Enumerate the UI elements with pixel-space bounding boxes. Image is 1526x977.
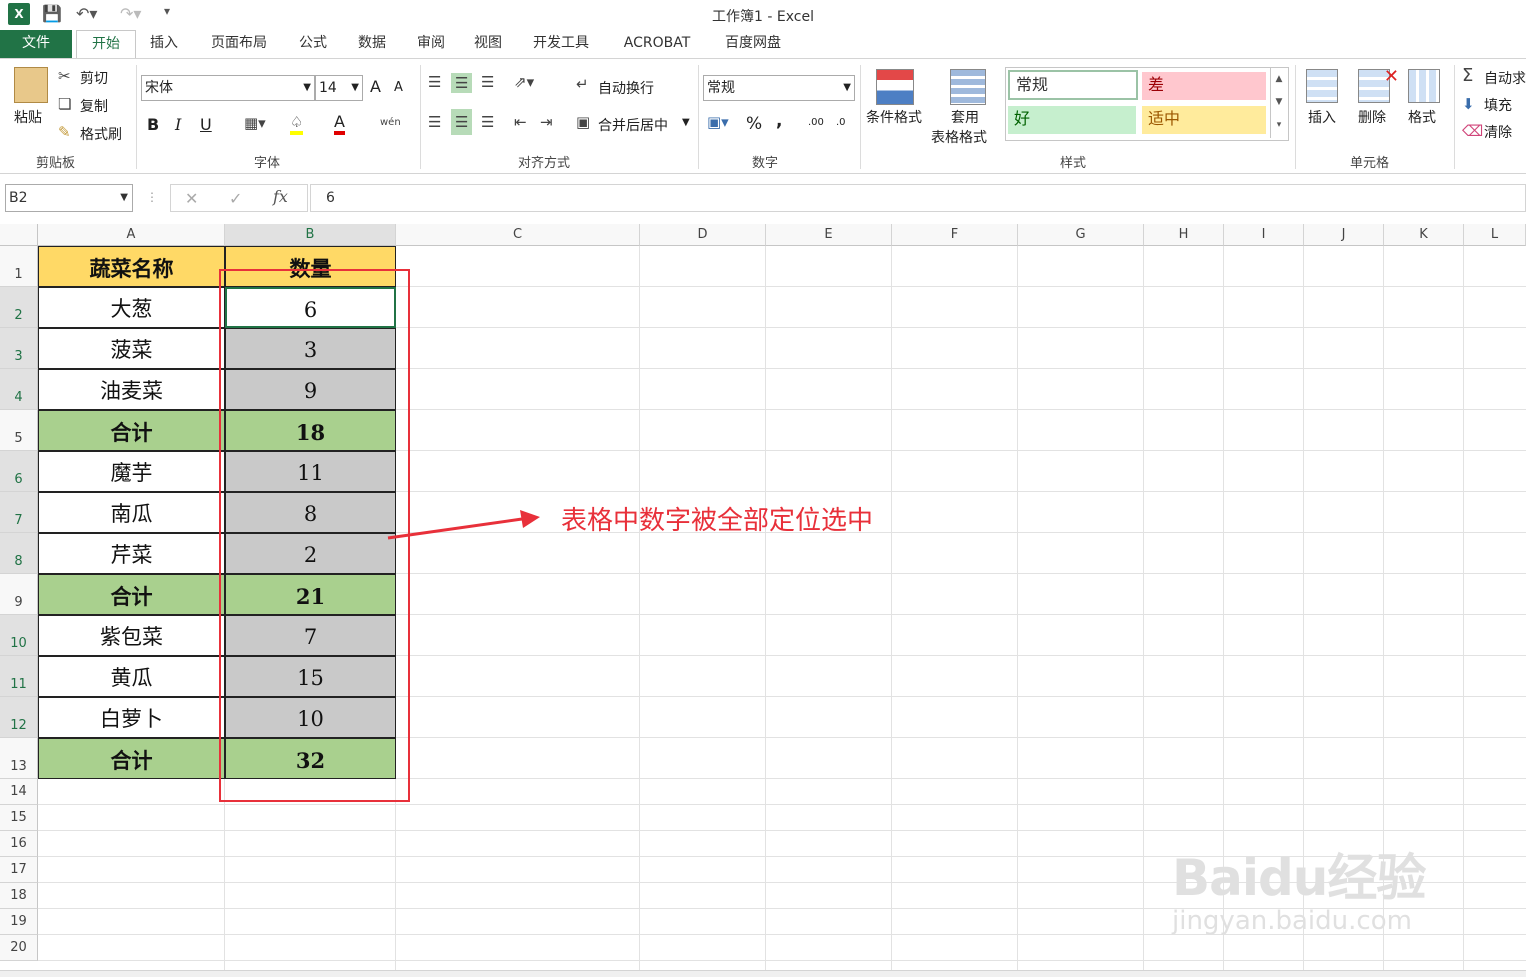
annotation-overlay — [219, 269, 540, 802]
watermark-logo: Baidu经验 — [1172, 849, 1426, 907]
selection-highlight-box — [219, 269, 410, 802]
annotation-text: 表格中数字被全部定位选中 — [561, 506, 874, 536]
annotation-arrow-head — [520, 510, 540, 528]
watermark-url: jingyan.baidu.com — [1172, 906, 1412, 936]
